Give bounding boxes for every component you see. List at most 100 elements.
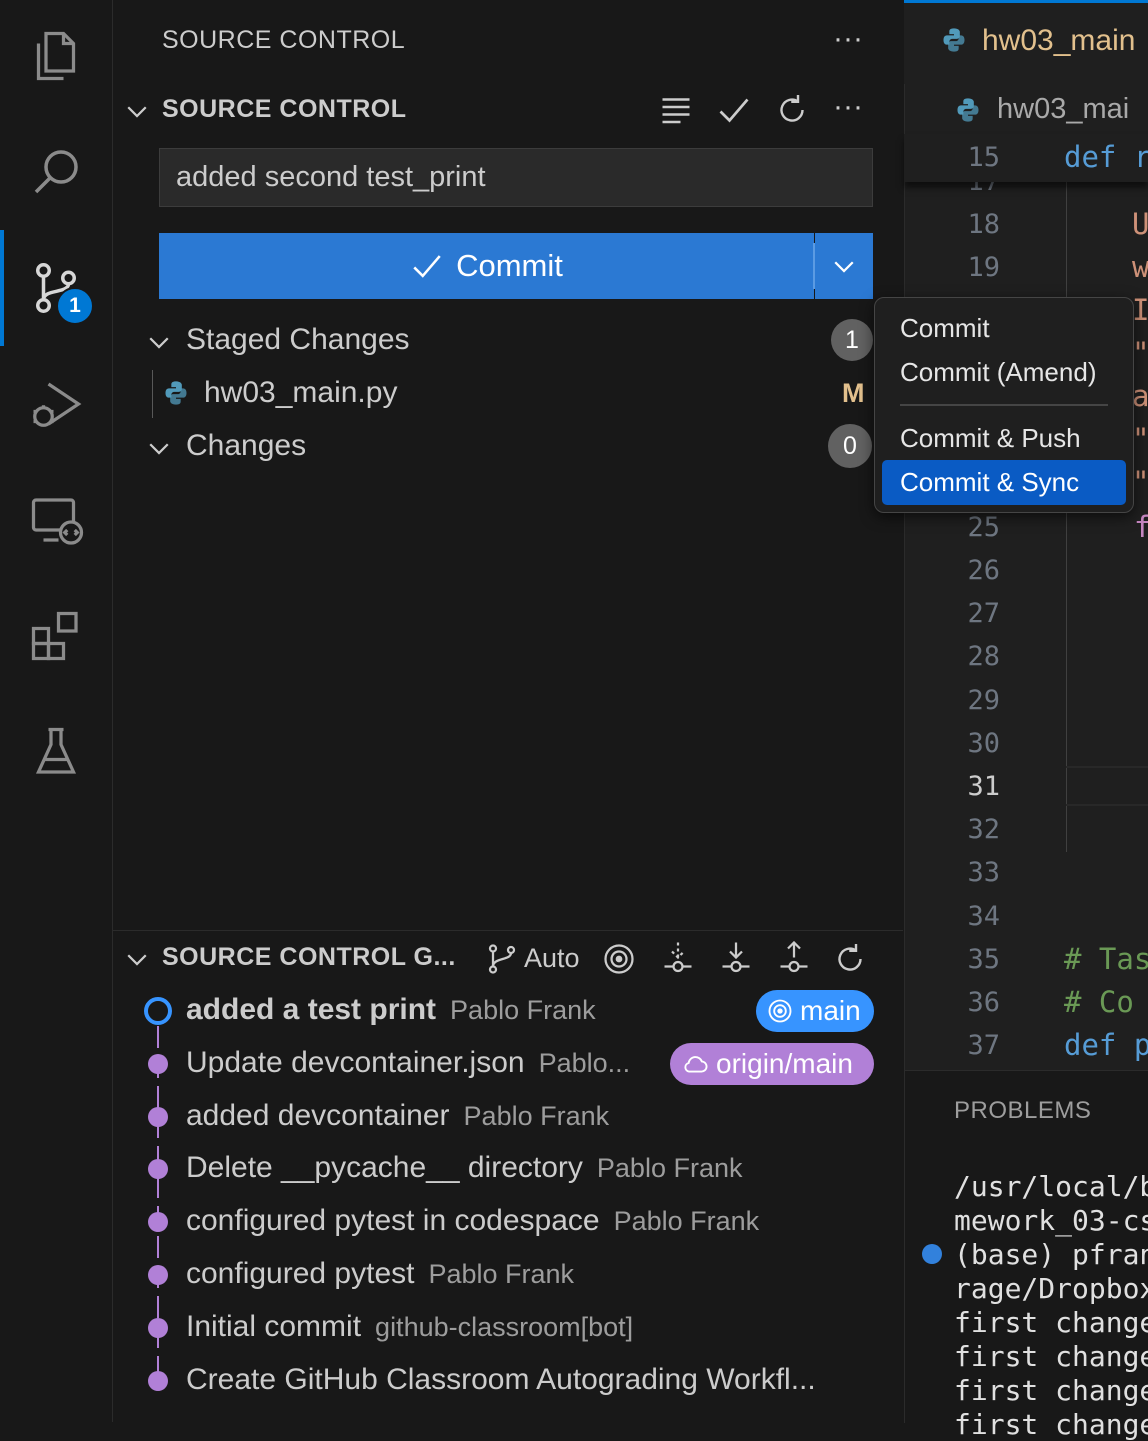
commit-author: Pablo Frank [450, 995, 596, 1025]
line-number: 28 [967, 641, 1000, 672]
line-number: 15 [967, 142, 1000, 173]
commit-title: configured pytest in codespace [186, 1204, 600, 1237]
menu-item-commit[interactable]: Commit [900, 313, 990, 344]
chevron-down-icon[interactable] [122, 944, 152, 974]
commit-row[interactable]: added a test print Pablo Frank [186, 993, 596, 1027]
changes-count-badge: 0 [828, 424, 872, 468]
line-number: 33 [967, 857, 1000, 888]
files-icon[interactable] [22, 22, 90, 90]
changes-header[interactable]: Changes [186, 429, 306, 463]
extensions-icon[interactable] [22, 602, 90, 670]
code-line: def r [1064, 140, 1148, 174]
code-line: I [1132, 293, 1148, 327]
commit-row[interactable]: Initial commit github-classroom[bot] [186, 1310, 633, 1344]
commit-row[interactable]: Update devcontainer.json Pablo... [186, 1046, 630, 1080]
tab-problems[interactable]: PROBLEMS [954, 1097, 1091, 1125]
menu-separator [900, 404, 1108, 406]
check-icon [413, 255, 441, 278]
remote-explorer-icon[interactable] [22, 486, 90, 554]
pull-icon[interactable] [718, 941, 754, 982]
code-line: " [1132, 465, 1148, 499]
commit-dropdown-button[interactable] [815, 233, 873, 299]
commit-author: Pablo Frank [596, 1153, 743, 1183]
push-icon[interactable] [776, 940, 812, 982]
line-number: 27 [967, 598, 1000, 629]
branch-name: main [800, 995, 861, 1026]
view-as-list-icon[interactable] [658, 92, 694, 133]
terminal-line: first change [954, 1340, 1148, 1373]
cloud-icon [684, 1056, 708, 1073]
terminal-command-decoration[interactable] [922, 1244, 942, 1264]
code-line: # Tas [1064, 942, 1148, 976]
refresh-icon[interactable] [832, 941, 868, 982]
breadcrumb[interactable]: hw03_mai [997, 93, 1129, 126]
commit-button[interactable]: Commit [159, 233, 814, 299]
sidebar-title: SOURCE CONTROL [162, 26, 406, 54]
terminal-line: mework_03-cs [954, 1204, 1148, 1237]
line-number: 18 [967, 209, 1000, 240]
commit-title: Create GitHub Classroom Autograding Work… [186, 1363, 816, 1396]
menu-item-commit-push[interactable]: Commit & Push [900, 423, 1081, 454]
commit-row[interactable]: Delete __pycache__ directory Pablo Frank [186, 1151, 742, 1185]
section-header[interactable]: SOURCE CONTROL [162, 95, 407, 124]
commit-check-icon[interactable] [716, 92, 752, 133]
chevron-down-icon[interactable] [144, 433, 174, 463]
scm-count-badge: 1 [56, 287, 94, 325]
commit-author: Pablo Frank [463, 1101, 610, 1131]
run-debug-icon[interactable] [22, 370, 90, 438]
line-number: 32 [967, 814, 1000, 845]
commit-row[interactable]: added devcontainer Pablo Frank [186, 1099, 609, 1133]
section-more-button[interactable]: ··· [833, 90, 863, 124]
staged-file-name[interactable]: hw03_main.py [204, 376, 397, 410]
commit-node [148, 1212, 168, 1232]
commit-row[interactable]: configured pytest Pablo Frank [186, 1257, 574, 1291]
refresh-icon[interactable] [774, 92, 810, 133]
commit-node [148, 1318, 168, 1338]
fetch-icon[interactable] [660, 941, 696, 982]
chevron-down-icon[interactable] [144, 327, 174, 357]
commit-author: github-classroom[bot] [375, 1312, 634, 1342]
terminal-line: first change [954, 1374, 1148, 1407]
branch-pill-origin-main: origin/main [670, 1043, 874, 1085]
staged-count-badge: 1 [831, 319, 873, 361]
python-file-icon [940, 26, 968, 59]
code-line: " [1132, 422, 1148, 456]
commit-row[interactable]: configured pytest in codespace Pablo Fran… [186, 1204, 759, 1238]
search-icon[interactable] [22, 138, 90, 206]
commit-message-input[interactable] [159, 148, 873, 207]
tab-label[interactable]: hw03_main [982, 24, 1135, 58]
code-line: # Co [1064, 985, 1134, 1019]
menu-item-commit-sync[interactable]: Commit & Sync [900, 467, 1079, 498]
graph-section-header[interactable]: SOURCE CONTROL G... [162, 943, 456, 972]
target-icon[interactable] [601, 941, 637, 982]
terminal-line: /usr/local/b [954, 1170, 1148, 1203]
commit-row[interactable]: Create GitHub Classroom Autograding Work… [186, 1363, 816, 1397]
commit-button-label: Commit [456, 248, 563, 283]
terminal-line: rage/Dropbox [954, 1272, 1148, 1305]
commit-node [148, 1159, 168, 1179]
branch-picker-icon[interactable] [484, 941, 520, 982]
commit-node [148, 1054, 168, 1074]
code-line: def p [1064, 1028, 1148, 1062]
terminal-line: first change [954, 1306, 1148, 1339]
tree-indent-guide [152, 370, 153, 418]
terminal-line: first change [954, 1408, 1148, 1441]
line-number: 29 [967, 685, 1000, 716]
line-number: 25 [967, 512, 1000, 543]
code-line: w [1132, 250, 1148, 284]
section-divider [113, 930, 903, 931]
commit-node [148, 1107, 168, 1127]
activity-bar [0, 0, 113, 1422]
chevron-down-icon[interactable] [122, 96, 152, 126]
code-line: f [1134, 510, 1148, 544]
menu-item-commit-amend[interactable]: Commit (Amend) [900, 357, 1096, 388]
line-number: 26 [967, 555, 1000, 586]
commit-title: Update devcontainer.json [186, 1046, 525, 1079]
more-actions-button[interactable]: ··· [833, 22, 863, 56]
staged-changes-header[interactable]: Staged Changes [186, 323, 410, 357]
branch-auto-label[interactable]: Auto [524, 943, 580, 974]
indent-guide [1066, 182, 1067, 852]
terminal-line: (base) pfran [954, 1238, 1148, 1271]
testing-icon[interactable] [22, 718, 90, 786]
current-line-highlight [1066, 766, 1148, 806]
